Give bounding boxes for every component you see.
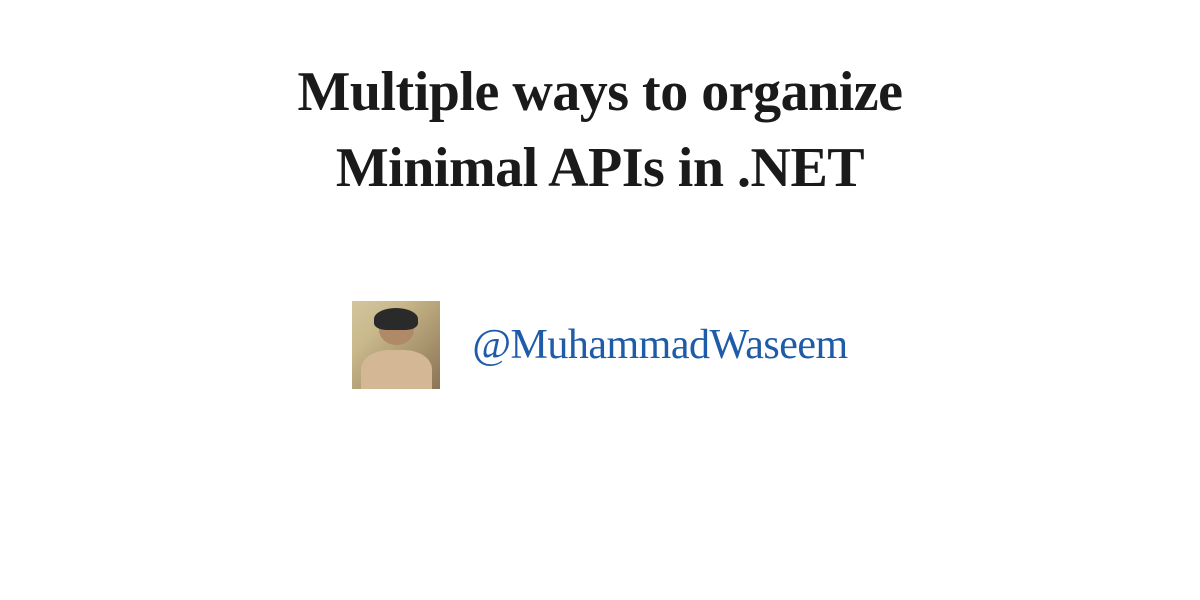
avatar-hair-shape [374,308,418,330]
title-line-2: Minimal APIs in .NET [336,137,864,199]
page-title: Multiple ways to organize Minimal APIs i… [298,55,903,206]
title-line-1: Multiple ways to organize [298,61,903,123]
avatar [352,301,440,389]
author-handle: @MuhammadWaseem [472,321,847,369]
author-row: @MuhammadWaseem [352,301,847,389]
